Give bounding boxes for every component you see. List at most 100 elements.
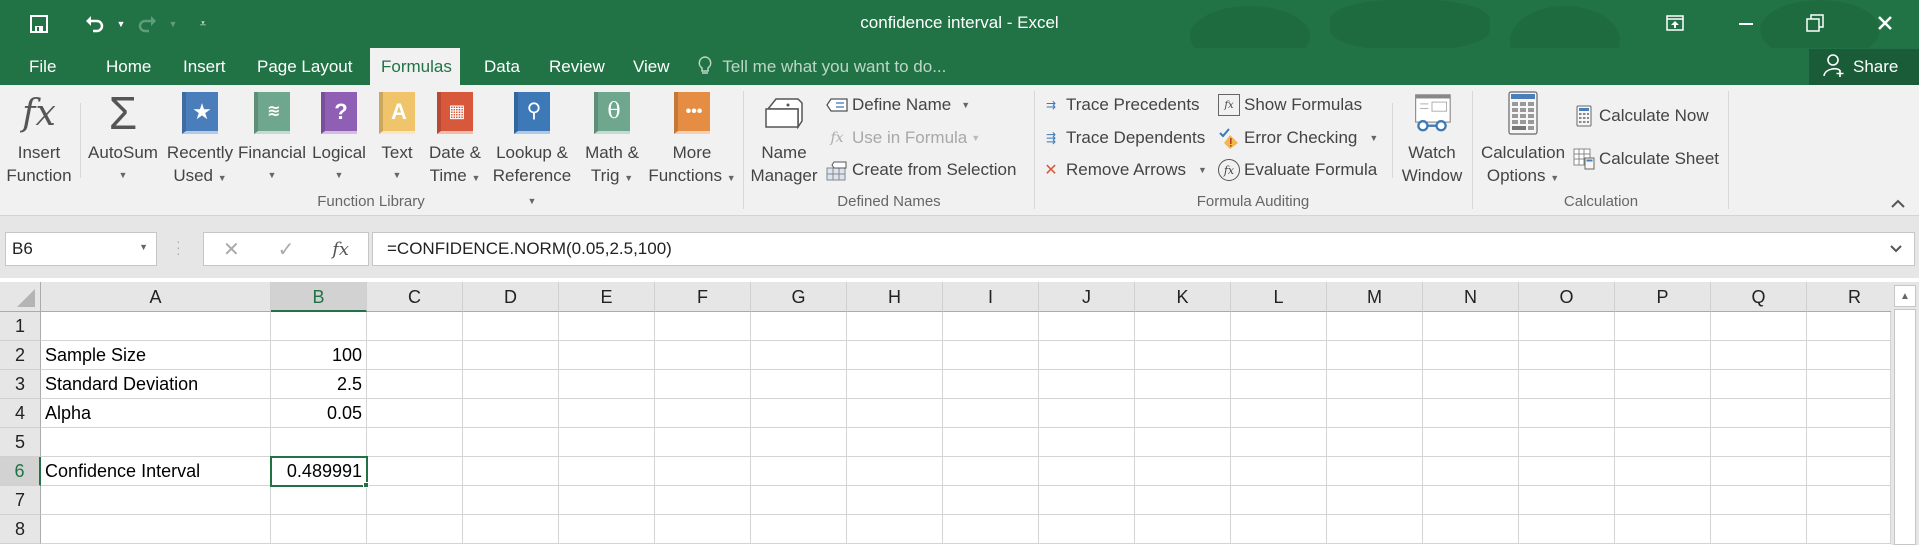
text-functions-button[interactable]: A Text ▼ <box>376 91 418 187</box>
cell-m3[interactable] <box>1327 370 1423 399</box>
cell-j3[interactable] <box>1039 370 1135 399</box>
cell-d8[interactable] <box>463 515 559 544</box>
cell-a4[interactable]: Alpha <box>41 399 271 428</box>
cell-e7[interactable] <box>559 486 655 515</box>
cell-h7[interactable] <box>847 486 943 515</box>
cell-i8[interactable] <box>943 515 1039 544</box>
column-header-j[interactable]: J <box>1039 282 1135 312</box>
column-header-i[interactable]: I <box>943 282 1039 312</box>
column-header-n[interactable]: N <box>1423 282 1519 312</box>
cell-f6[interactable] <box>655 457 751 486</box>
cell-p3[interactable] <box>1615 370 1711 399</box>
cell-f2[interactable] <box>655 341 751 370</box>
math-trig-button[interactable]: θ Math & Trig ▼ <box>580 91 644 190</box>
cell-q5[interactable] <box>1711 428 1807 457</box>
cell-i3[interactable] <box>943 370 1039 399</box>
cell-b6[interactable]: 0.489991 <box>270 456 368 487</box>
calculation-options-button[interactable]: Calculation Options ▼ <box>1478 91 1568 190</box>
scroll-up-icon[interactable]: ▲ <box>1894 285 1916 307</box>
cell-d3[interactable] <box>463 370 559 399</box>
cell-a3[interactable]: Standard Deviation <box>41 370 271 399</box>
define-name-button[interactable]: Define Name ▼ <box>826 91 970 119</box>
cell-b1[interactable] <box>271 312 367 341</box>
cell-g6[interactable] <box>751 457 847 486</box>
column-header-c[interactable]: C <box>367 282 463 312</box>
tab-insert[interactable]: Insert <box>172 48 237 85</box>
cell-e8[interactable] <box>559 515 655 544</box>
error-checking-button[interactable]: Error Checking ▼ <box>1218 124 1378 152</box>
cell-c7[interactable] <box>367 486 463 515</box>
cell-l4[interactable] <box>1231 399 1327 428</box>
column-header-a[interactable]: A <box>41 282 271 312</box>
cell-n6[interactable] <box>1423 457 1519 486</box>
cell-l6[interactable] <box>1231 457 1327 486</box>
cell-e4[interactable] <box>559 399 655 428</box>
formula-input[interactable]: =CONFIDENCE.NORM(0.05,2.5,100) <box>372 232 1915 266</box>
fill-handle[interactable] <box>363 482 369 488</box>
cell-c2[interactable] <box>367 341 463 370</box>
evaluate-formula-button[interactable]: fx Evaluate Formula <box>1218 156 1377 184</box>
row-header-3[interactable]: 3 <box>0 370 41 399</box>
cell-c8[interactable] <box>367 515 463 544</box>
vertical-scrollbar[interactable]: ▲ <box>1891 282 1919 545</box>
cell-e3[interactable] <box>559 370 655 399</box>
tab-data[interactable]: Data <box>473 48 531 85</box>
cell-q8[interactable] <box>1711 515 1807 544</box>
scrollbar-track[interactable] <box>1894 309 1916 545</box>
cell-d5[interactable] <box>463 428 559 457</box>
cell-k3[interactable] <box>1135 370 1231 399</box>
chevron-down-icon[interactable]: ▼ <box>139 242 148 252</box>
column-header-r[interactable]: R <box>1807 282 1903 312</box>
calculate-now-button[interactable]: Calculate Now <box>1573 102 1709 130</box>
column-header-h[interactable]: H <box>847 282 943 312</box>
cell-q6[interactable] <box>1711 457 1807 486</box>
cell-f5[interactable] <box>655 428 751 457</box>
cell-k4[interactable] <box>1135 399 1231 428</box>
cell-q4[interactable] <box>1711 399 1807 428</box>
watch-window-button[interactable]: Watch Window <box>1398 91 1466 187</box>
cell-b2[interactable]: 100 <box>271 341 367 370</box>
name-box[interactable]: B6 ▼ <box>5 232 157 266</box>
cell-c3[interactable] <box>367 370 463 399</box>
cell-i4[interactable] <box>943 399 1039 428</box>
cell-g2[interactable] <box>751 341 847 370</box>
more-functions-button[interactable]: ••• More Functions ▼ <box>648 91 736 190</box>
cell-p8[interactable] <box>1615 515 1711 544</box>
name-manager-button[interactable]: Name Manager <box>748 91 820 187</box>
cell-q1[interactable] <box>1711 312 1807 341</box>
column-header-o[interactable]: O <box>1519 282 1615 312</box>
cell-e5[interactable] <box>559 428 655 457</box>
recently-used-button[interactable]: ★ Recently Used ▼ <box>164 91 236 190</box>
cell-o4[interactable] <box>1519 399 1615 428</box>
cell-n5[interactable] <box>1423 428 1519 457</box>
cancel-icon[interactable]: ✕ <box>223 237 240 262</box>
use-in-formula-button[interactable]: fx Use in Formula ▼ <box>826 124 980 152</box>
cell-b4[interactable]: 0.05 <box>271 399 367 428</box>
restore-icon[interactable] <box>1792 8 1838 38</box>
cell-c5[interactable] <box>367 428 463 457</box>
cell-r8[interactable] <box>1807 515 1891 544</box>
cell-g4[interactable] <box>751 399 847 428</box>
cell-c1[interactable] <box>367 312 463 341</box>
cell-r6[interactable] <box>1807 457 1891 486</box>
cell-a6[interactable]: Confidence Interval <box>41 457 271 486</box>
cell-e2[interactable] <box>559 341 655 370</box>
remove-arrows-button[interactable]: ✕ Remove Arrows ▼ <box>1040 156 1207 184</box>
cell-p5[interactable] <box>1615 428 1711 457</box>
tab-view[interactable]: View <box>622 48 681 85</box>
select-all-button[interactable] <box>0 282 41 312</box>
cell-f4[interactable] <box>655 399 751 428</box>
cell-f3[interactable] <box>655 370 751 399</box>
trace-dependents-button[interactable]: ⇶ Trace Dependents <box>1040 124 1205 152</box>
cell-m6[interactable] <box>1327 457 1423 486</box>
tell-me-search[interactable]: Tell me what you want to do... <box>698 48 946 85</box>
cell-k7[interactable] <box>1135 486 1231 515</box>
cell-c6[interactable] <box>367 457 463 486</box>
cell-i2[interactable] <box>943 341 1039 370</box>
cell-o1[interactable] <box>1519 312 1615 341</box>
cell-b3[interactable]: 2.5 <box>271 370 367 399</box>
cell-f1[interactable] <box>655 312 751 341</box>
autosum-button[interactable]: Σ AutoSum ▼ <box>86 90 160 187</box>
cell-r3[interactable] <box>1807 370 1891 399</box>
cell-n1[interactable] <box>1423 312 1519 341</box>
